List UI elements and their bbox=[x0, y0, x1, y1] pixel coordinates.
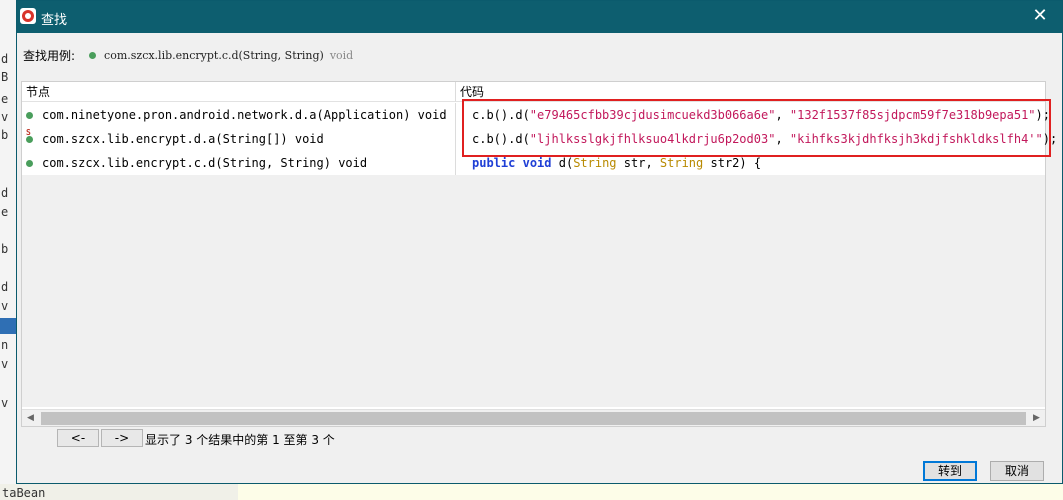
bg-letter: e bbox=[1, 205, 9, 219]
bg-bottom-text: taBean bbox=[2, 486, 46, 500]
scroll-left-icon[interactable]: ◀ bbox=[22, 410, 39, 427]
dialog-title: 查找 bbox=[41, 13, 68, 28]
table-row[interactable]: com.ninetyone.pron.android.network.d.a(A… bbox=[22, 103, 456, 127]
results-table: 节点 代码 com.ninetyone.pron.android.network… bbox=[21, 81, 1057, 427]
next-page-button[interactable]: -> bbox=[101, 429, 143, 447]
static-mark: S bbox=[26, 128, 31, 137]
bg-letter: d bbox=[1, 52, 9, 66]
code-type: String bbox=[659, 156, 704, 170]
bg-letter: b bbox=[1, 128, 9, 142]
example-label: 查找用例: bbox=[23, 48, 76, 63]
bg-letter: e bbox=[1, 92, 9, 106]
code-param: str, bbox=[616, 156, 660, 170]
prev-page-button[interactable]: <- bbox=[57, 429, 99, 447]
node-label: com.szcx.lib.encrypt.c.d(String, String)… bbox=[42, 156, 368, 170]
bg-letter: b bbox=[1, 242, 9, 256]
bg-letter: d bbox=[1, 280, 9, 294]
scroll-right-icon[interactable]: ▶ bbox=[1028, 410, 1045, 427]
example-return: void bbox=[329, 48, 354, 62]
table-row[interactable]: S com.szcx.lib.encrypt.d.a(String[]) voi… bbox=[22, 127, 456, 151]
example-signature: com.szcx.lib.encrypt.c.d(String, String) bbox=[104, 48, 324, 62]
title-bar: 查找 ✕ bbox=[17, 1, 1062, 33]
green-dot-icon bbox=[89, 51, 97, 59]
green-dot-icon bbox=[26, 159, 33, 167]
code-method: d( bbox=[558, 156, 574, 170]
bg-letter: v bbox=[1, 357, 9, 371]
results-status: 显示了 3 个结果中的第 1 至第 3 个 bbox=[145, 433, 335, 447]
column-header-nodes[interactable]: 节点 bbox=[22, 82, 456, 102]
bg-letter: v bbox=[1, 110, 9, 124]
table-row[interactable]: com.szcx.lib.encrypt.c.d(String, String)… bbox=[22, 151, 456, 175]
close-icon[interactable]: ✕ bbox=[1030, 6, 1050, 26]
table-empty-area bbox=[22, 175, 1045, 407]
node-label: com.ninetyone.pron.android.network.d.a(A… bbox=[42, 108, 447, 122]
code-param: str2) { bbox=[703, 156, 762, 170]
example-row: 查找用例: com.szcx.lib.encrypt.c.d(String, S… bbox=[23, 46, 353, 64]
green-dot-icon bbox=[26, 111, 33, 119]
bg-letter: n bbox=[1, 338, 9, 352]
background-editor-gutter: d B e v b d e b d v n v v bbox=[0, 0, 16, 500]
bg-code-area bbox=[238, 484, 1063, 500]
bg-letter: d bbox=[1, 186, 9, 200]
horizontal-scrollbar[interactable]: ◀ ▶ bbox=[22, 409, 1045, 426]
node-label: com.szcx.lib.encrypt.d.a(String[]) void bbox=[42, 132, 324, 146]
code-keyword: void bbox=[522, 156, 552, 170]
scrollbar-thumb[interactable] bbox=[41, 412, 1026, 425]
goto-button[interactable]: 转到 bbox=[923, 461, 977, 481]
code-type: String bbox=[573, 156, 617, 170]
annotation-highlight-box bbox=[462, 99, 1051, 157]
cancel-button[interactable]: 取消 bbox=[990, 461, 1044, 481]
code-keyword: public bbox=[472, 156, 516, 170]
find-dialog: 查找 ✕ 查找用例: com.szcx.lib.encrypt.c.d(Stri… bbox=[16, 0, 1063, 484]
bg-letter: v bbox=[1, 299, 9, 313]
bg-selection bbox=[0, 318, 16, 334]
app-logo-icon bbox=[20, 8, 36, 24]
bg-letter: B bbox=[1, 70, 9, 84]
bg-letter: v bbox=[1, 396, 9, 410]
background-status-strip: taBean bbox=[0, 484, 1063, 500]
